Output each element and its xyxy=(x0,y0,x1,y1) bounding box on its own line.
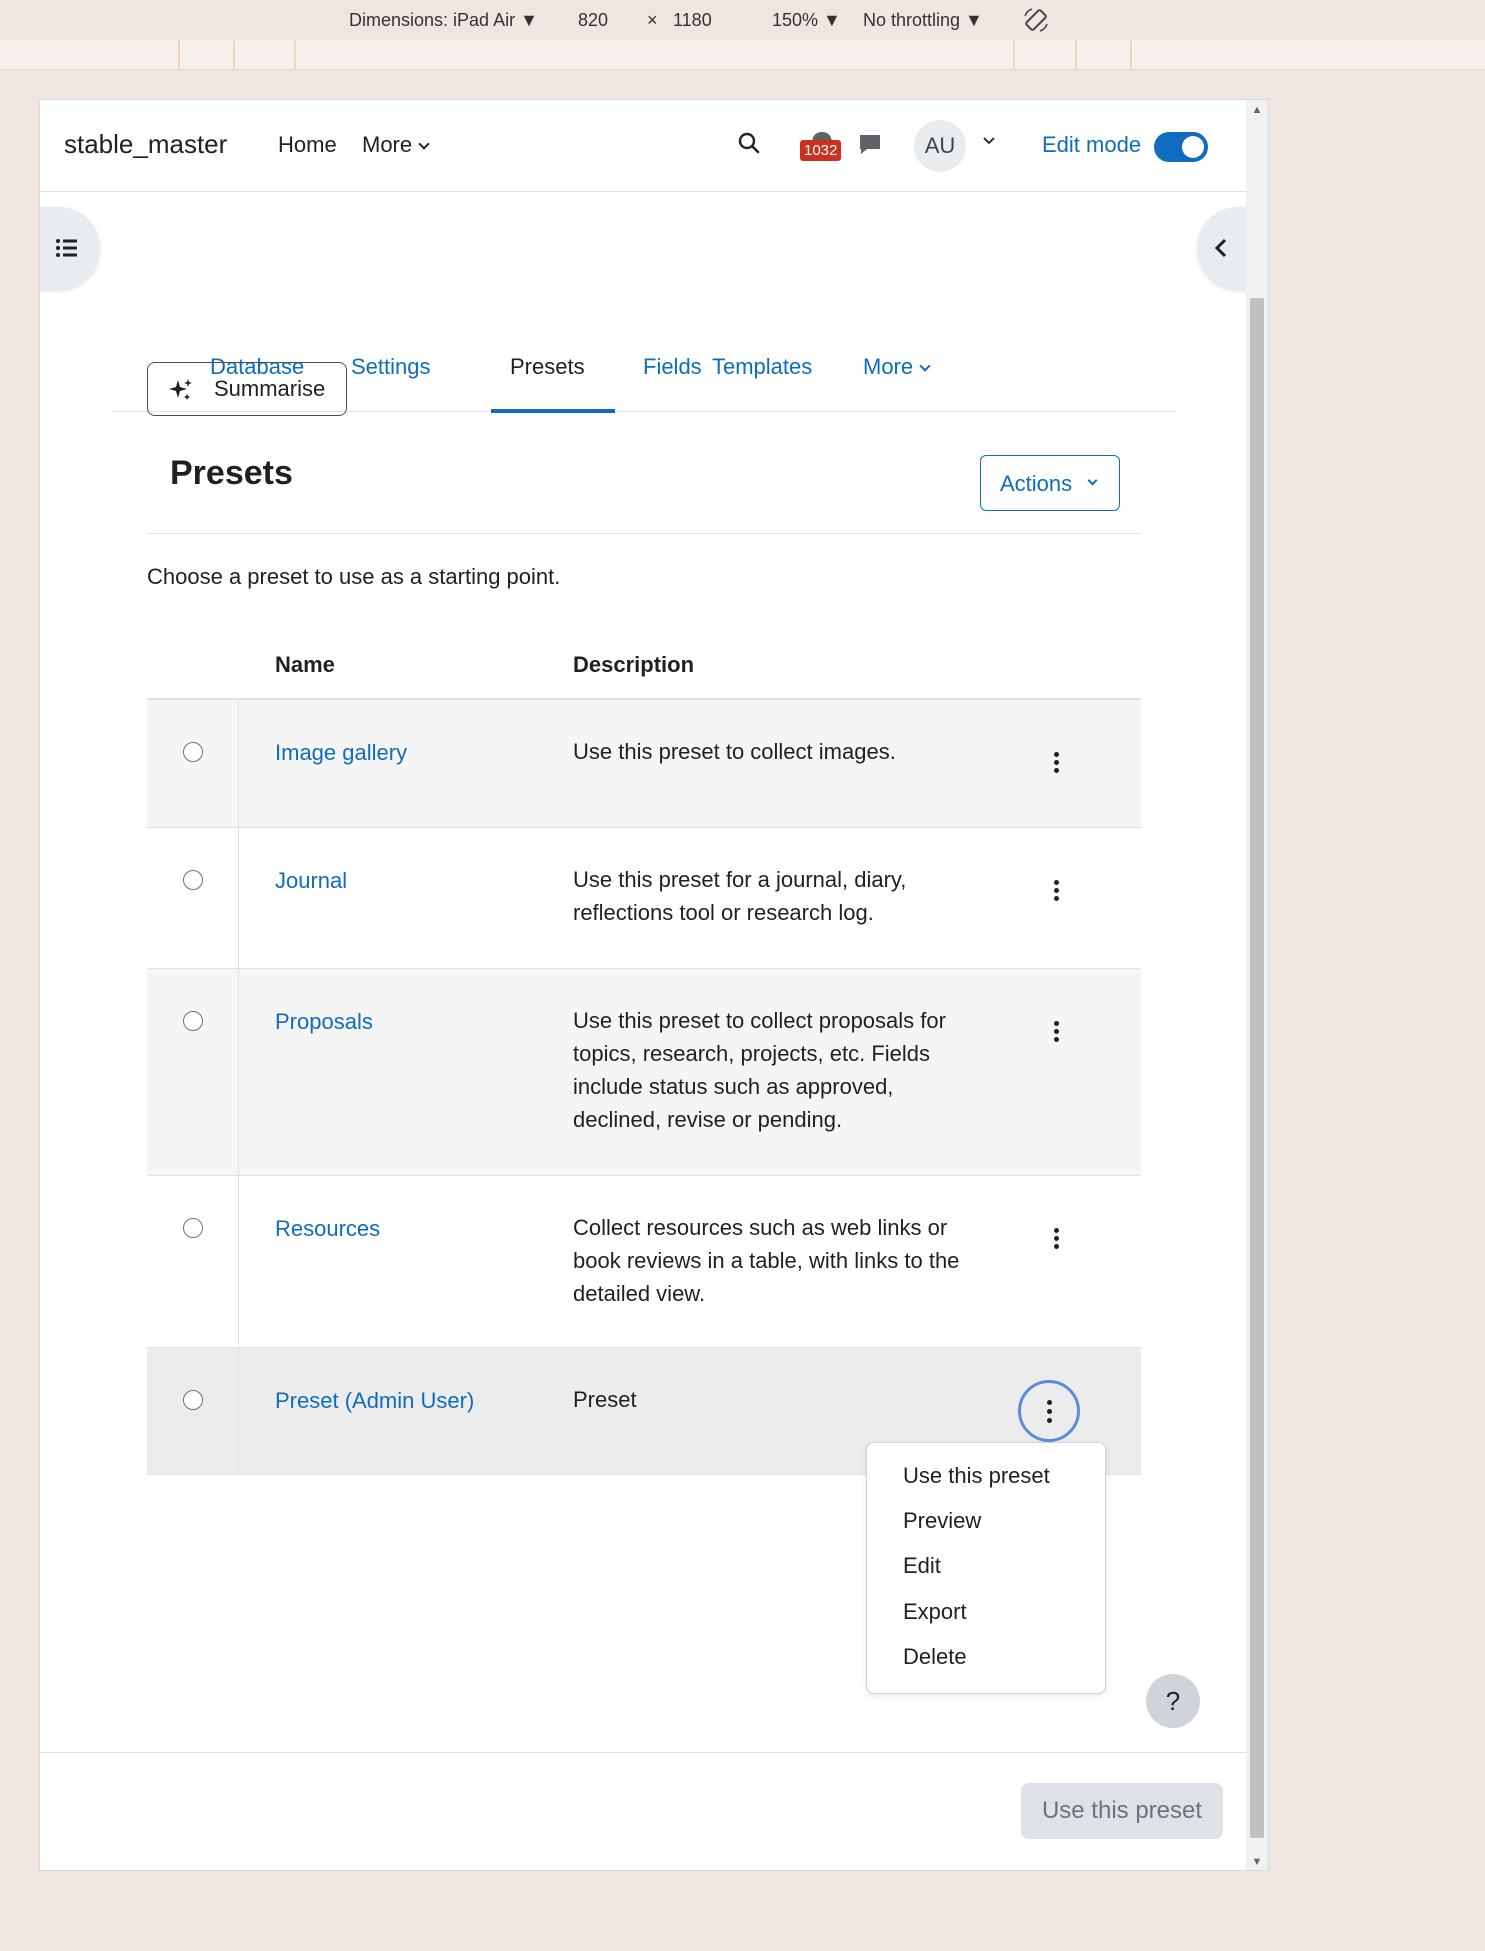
preset-description: Collect resources such as web links or b… xyxy=(573,1215,960,1306)
column-header-description: Description xyxy=(573,652,695,677)
chat-icon[interactable] xyxy=(857,132,883,158)
preset-description: Use this preset to collect proposals for… xyxy=(573,1008,946,1132)
nav-more-label: More xyxy=(362,132,413,157)
tab-more[interactable]: More xyxy=(863,354,931,380)
device-dimensions-select[interactable]: Dimensions: iPad Air ▼ xyxy=(349,10,538,31)
preset-radio[interactable] xyxy=(183,1390,203,1410)
times-sign: × xyxy=(647,10,658,30)
preset-name-link[interactable]: Image gallery xyxy=(275,740,407,766)
scroll-down-arrow-icon[interactable]: ▼ xyxy=(1251,1856,1263,1868)
device-width-field[interactable]: 820 xyxy=(578,10,608,31)
preset-description: Use this preset for a journal, diary, re… xyxy=(573,867,907,925)
actions-button[interactable]: Actions xyxy=(980,455,1120,511)
nav-home-link[interactable]: Home xyxy=(278,132,337,158)
menu-item-edit[interactable]: Edit xyxy=(903,1553,941,1579)
search-icon[interactable] xyxy=(738,132,760,154)
help-button[interactable]: ? xyxy=(1146,1674,1200,1728)
chevron-down-icon xyxy=(1087,475,1098,486)
intro-text: Choose a preset to use as a starting poi… xyxy=(147,564,561,589)
column-header-name: Name xyxy=(275,652,335,677)
user-menu-chevron-icon[interactable] xyxy=(982,136,996,146)
sticky-footer: Use this preset xyxy=(40,1752,1248,1870)
chevron-down-icon xyxy=(919,360,931,372)
media-query-ruler xyxy=(0,40,1485,70)
site-brand[interactable]: stable_master xyxy=(64,129,227,160)
preset-radio[interactable] xyxy=(183,1218,203,1238)
chevron-left-icon xyxy=(1214,238,1227,258)
preset-radio[interactable] xyxy=(183,742,203,762)
preset-name-link[interactable]: Journal xyxy=(275,868,347,894)
sparkle-icon xyxy=(169,379,192,400)
row-actions-kebab-icon[interactable] xyxy=(1044,748,1068,778)
summarise-label: Summarise xyxy=(214,376,326,401)
scrollbar[interactable]: ▲ ▼ xyxy=(1246,100,1268,1870)
row-actions-kebab-icon[interactable] xyxy=(1044,1224,1068,1254)
throttling-select[interactable]: No throttling ▼ xyxy=(863,10,983,31)
course-index-drawer-button[interactable] xyxy=(40,207,100,289)
actions-label: Actions xyxy=(1000,471,1073,496)
nav-more-menu[interactable]: More xyxy=(362,132,430,158)
menu-item-use-preset[interactable]: Use this preset xyxy=(903,1463,1050,1489)
edit-mode-label[interactable]: Edit mode xyxy=(1042,132,1141,158)
summarise-button[interactable]: Summarise xyxy=(147,362,347,416)
preset-radio[interactable] xyxy=(183,870,203,890)
scroll-up-arrow-icon[interactable]: ▲ xyxy=(1251,104,1263,116)
scrollbar-thumb[interactable] xyxy=(1250,298,1264,1838)
active-tab-indicator xyxy=(491,409,615,413)
tab-presets[interactable]: Presets xyxy=(510,354,585,380)
rotate-icon[interactable] xyxy=(1022,6,1050,34)
preset-radio[interactable] xyxy=(183,1011,203,1031)
divider xyxy=(147,533,1141,534)
table-row[interactable]: Proposals Use this preset to collect pro… xyxy=(147,969,1141,1176)
menu-item-export[interactable]: Export xyxy=(903,1599,967,1625)
use-this-preset-button[interactable]: Use this preset xyxy=(1021,1783,1223,1839)
table-row[interactable]: Image gallery Use this preset to collect… xyxy=(147,700,1141,828)
devtools-toolbar: Dimensions: iPad Air ▼ 820 × 1180 150% ▼… xyxy=(0,0,1485,40)
row-actions-kebab-icon[interactable] xyxy=(1044,876,1068,906)
table-row[interactable]: Journal Use this preset for a journal, d… xyxy=(147,828,1141,969)
tab-templates[interactable]: Templates xyxy=(712,354,812,380)
top-navbar: stable_master Home More 1032 AU Edit mod… xyxy=(40,100,1248,192)
notification-count-badge[interactable]: 1032 xyxy=(800,140,842,161)
device-height-field[interactable]: 1180 xyxy=(673,10,712,31)
tab-more-label: More xyxy=(863,354,914,379)
row-actions-kebab-icon[interactable] xyxy=(1044,1017,1068,1047)
preset-name-link[interactable]: Proposals xyxy=(275,1009,373,1035)
row-actions-kebab-icon[interactable] xyxy=(1018,1380,1080,1442)
menu-item-delete[interactable]: Delete xyxy=(903,1644,967,1670)
preset-name-link[interactable]: Preset (Admin User) xyxy=(275,1388,474,1414)
preset-description: Preset xyxy=(573,1387,637,1412)
preset-name-link[interactable]: Resources xyxy=(275,1216,380,1242)
list-icon xyxy=(56,239,77,257)
page-title: Presets xyxy=(170,454,293,492)
chevron-down-icon xyxy=(418,138,430,150)
emulated-viewport: stable_master Home More 1032 AU Edit mod… xyxy=(39,99,1269,1871)
menu-item-preview[interactable]: Preview xyxy=(903,1508,981,1534)
zoom-select[interactable]: 150% ▼ xyxy=(772,10,841,31)
edit-mode-toggle[interactable] xyxy=(1154,132,1208,162)
table-row[interactable]: Resources Collect resources such as web … xyxy=(147,1176,1141,1348)
tab-settings[interactable]: Settings xyxy=(351,354,431,380)
preset-description: Use this preset to collect images. xyxy=(573,739,896,764)
avatar[interactable]: AU xyxy=(914,120,966,172)
tab-fields[interactable]: Fields xyxy=(643,354,702,380)
row-actions-menu: Use this preset Preview Edit Export Dele… xyxy=(866,1442,1106,1694)
